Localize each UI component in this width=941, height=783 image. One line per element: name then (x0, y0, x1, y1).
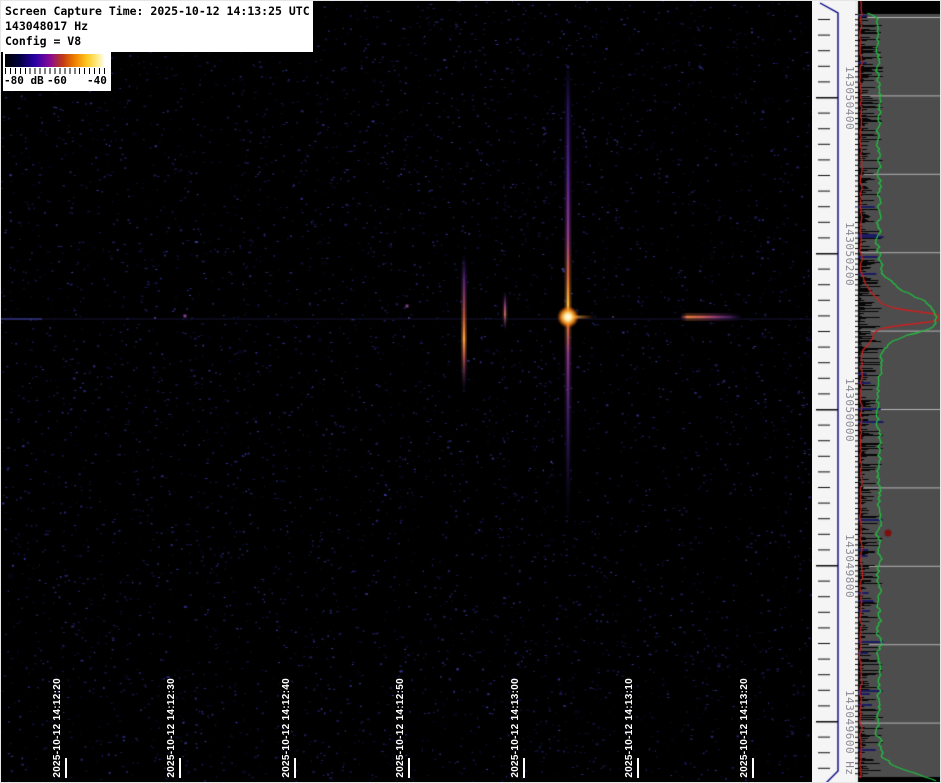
time-tick-label: 2025-10-12 14:12:40 (281, 678, 292, 778)
time-tick-label: 2025-10-12 14:13:10 (624, 678, 635, 778)
frequency-tick-label: 143050000 (843, 378, 856, 442)
spectrogram-waterfall (0, 0, 812, 783)
time-tick-mark (408, 758, 410, 778)
capture-time-label: Screen Capture Time: 2025-10-12 14:13:25… (5, 4, 313, 19)
screen-capture: Screen Capture Time: 2025-10-12 14:13:25… (0, 0, 941, 783)
frequency-label: 143048017 Hz (5, 19, 313, 34)
frequency-tick-label: 143049800 (843, 534, 856, 598)
time-tick-mark (523, 758, 525, 778)
time-tick-label: 2025-10-12 14:13:20 (739, 678, 750, 778)
time-tick-mark (179, 758, 181, 778)
colorbar-gradient (5, 54, 105, 67)
colorbar-label-min: -80 dB (4, 74, 44, 87)
time-tick-mark (294, 758, 296, 778)
config-label: Config = V8 (5, 34, 313, 49)
time-tick-mark (65, 758, 67, 778)
colorbar-label-mid: -60 (47, 74, 67, 87)
capture-info-box: Screen Capture Time: 2025-10-12 14:13:25… (1, 1, 313, 52)
time-tick-label: 2025-10-12 14:12:30 (166, 678, 177, 778)
frequency-tick-label: 143050200 (843, 222, 856, 286)
spectrum-panel (855, 0, 941, 783)
time-tick-label: 2025-10-12 14:12:50 (395, 678, 406, 778)
colorbar-label-max: -40 (87, 74, 107, 87)
intensity-colorbar: -80 dB -60 -40 (3, 52, 111, 91)
frequency-tick-label: 143050400 (843, 66, 856, 130)
time-tick-mark (752, 758, 754, 778)
time-tick-label: 2025-10-12 14:12:20 (52, 678, 63, 778)
frequency-tick-label: 143049600 Hz (843, 690, 856, 775)
time-tick-label: 2025-10-12 14:13:00 (510, 678, 521, 778)
time-tick-mark (637, 758, 639, 778)
